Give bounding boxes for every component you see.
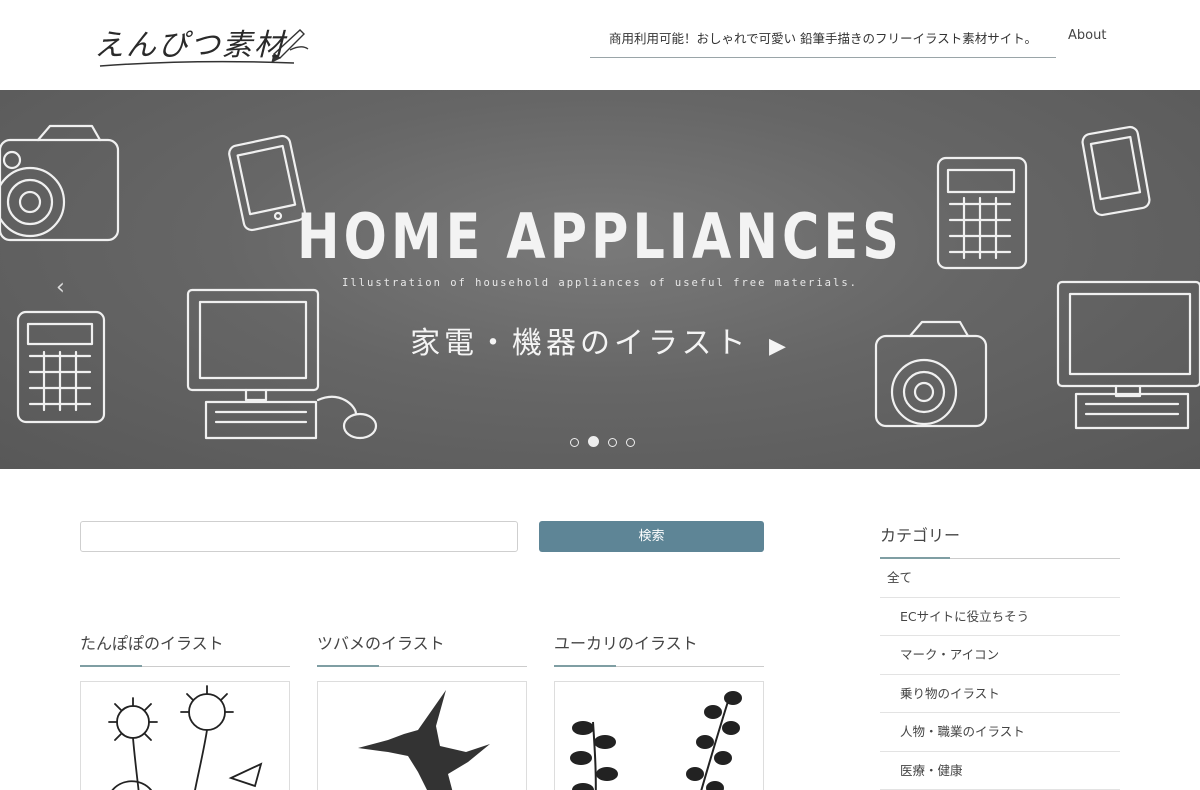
sidebar-title: カテゴリー xyxy=(880,518,1120,559)
card-title[interactable]: ユーカリのイラスト xyxy=(554,630,764,667)
illustration-card-swallow[interactable]: ツバメのイラスト xyxy=(317,630,527,790)
category-item-all[interactable]: 全て xyxy=(880,559,1120,598)
category-item-people-jobs[interactable]: 人物・職業のイラスト xyxy=(880,713,1120,752)
category-item-vehicles[interactable]: 乗り物のイラスト xyxy=(880,675,1120,713)
carousel-prev-button[interactable]: ‹ xyxy=(56,275,76,300)
illustration-card-dandelion[interactable]: たんぽぽのイラスト xyxy=(80,630,290,790)
swallow-illustration[interactable] xyxy=(317,681,527,790)
play-arrow-icon: ▶ xyxy=(769,334,790,359)
card-title[interactable]: ツバメのイラスト xyxy=(317,630,527,667)
category-item-medical[interactable]: 医療・健康 xyxy=(880,752,1120,790)
hero-title: HOME APPLIANCES xyxy=(296,200,904,273)
logo-text: えんぴつ素材 xyxy=(94,28,286,63)
hero-carousel[interactable]: HOME APPLIANCES Illustration of househol… xyxy=(0,90,1200,469)
chevron-left-icon: ‹ xyxy=(56,275,65,300)
card-title[interactable]: たんぽぽのイラスト xyxy=(80,630,290,667)
illustration-card-eucalyptus[interactable]: ユーカリのイラスト xyxy=(554,630,764,790)
eucalyptus-illustration[interactable] xyxy=(554,681,764,790)
camera-icon xyxy=(0,124,120,242)
monitor-icon xyxy=(186,288,378,440)
site-tagline: 商用利用可能！おしゃれで可愛い 鉛筆手描きのフリーイラスト素材サイト。 xyxy=(590,28,1056,58)
dandelion-illustration[interactable] xyxy=(80,681,290,790)
site-logo[interactable]: えんぴつ素材 xyxy=(94,16,310,72)
hero-subtitle: Illustration of household appliances of … xyxy=(342,277,858,289)
category-item-ec[interactable]: ECサイトに役立ちそう xyxy=(880,598,1120,636)
category-sidebar: カテゴリー 全て ECサイトに役立ちそう マーク・アイコン 乗り物のイラスト 人… xyxy=(880,518,1120,790)
site-header: えんぴつ素材 商用利用可能！おしゃれで可愛い 鉛筆手描きのフリーイラスト素材サイ… xyxy=(0,0,1200,90)
carousel-indicators xyxy=(570,432,639,447)
hero-category-link[interactable]: 家電・機器のイラスト ▶ xyxy=(0,318,1200,362)
nav-about-link[interactable]: About xyxy=(1068,28,1106,43)
search-input[interactable] xyxy=(80,521,518,552)
hero-category-label: 家電・機器のイラスト xyxy=(410,326,750,361)
search-button[interactable]: 検索 xyxy=(539,521,764,552)
carousel-dot-1[interactable] xyxy=(570,438,579,447)
category-item-marks-icons[interactable]: マーク・アイコン xyxy=(880,636,1120,675)
